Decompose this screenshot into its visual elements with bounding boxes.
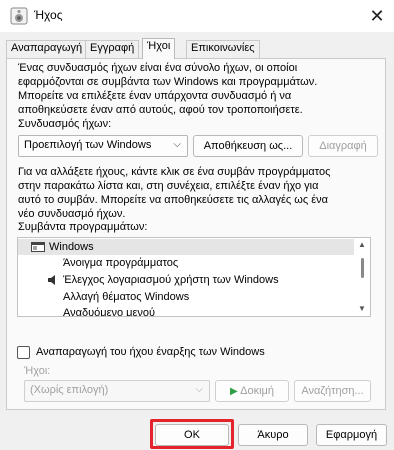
list-group-windows[interactable]: Windows <box>18 239 354 255</box>
startup-sound-checkbox[interactable] <box>17 346 30 359</box>
window-title: Ήχος <box>34 8 63 22</box>
program-events-list[interactable]: Windows Άνοιγμα προγράμματος Έλεγχος λογ… <box>17 237 371 317</box>
tab-sounds[interactable]: Ήχοι <box>142 38 176 59</box>
scheme-description: Ένας συνδυασμός ήχων είναι ένα σύνολο ήχ… <box>18 62 318 116</box>
sounds-dropdown[interactable]: (Χωρίς επιλογή) ⌵ <box>24 380 210 402</box>
scheme-label: Συνδυασμός ήχων: <box>18 118 112 130</box>
chevron-down-icon: ⌵ <box>195 384 203 395</box>
browse-button[interactable]: Αναζήτηση... <box>294 380 371 402</box>
startup-sound-label: Αναπαραγωγή του ήχου έναρξης των Windows <box>36 346 265 358</box>
list-item[interactable]: Άνοιγμα προγράμματος <box>63 255 178 271</box>
scroll-up-icon[interactable]: ▲ <box>358 240 366 249</box>
save-as-button[interactable]: Αποθήκευση ως... <box>193 135 303 157</box>
tab-playback[interactable]: Αναπαραγωγή <box>6 40 88 58</box>
test-button[interactable]: ▶ Δοκιμή <box>215 380 289 402</box>
ok-button[interactable]: OK <box>155 424 229 446</box>
play-icon: ▶ <box>229 386 238 397</box>
events-label: Συμβάντα προγραμμάτων: <box>18 221 148 233</box>
close-button[interactable]: ✕ <box>360 0 394 32</box>
delete-button[interactable]: Διαγραφή <box>308 135 378 157</box>
list-item[interactable]: Αλλαγή θέματος Windows <box>63 289 189 305</box>
cancel-button[interactable]: Άκυρο <box>238 424 308 446</box>
events-description: Για να αλλάξετε ήχους, κάντε κλικ σε ένα… <box>18 166 331 220</box>
sounds-label: Ήχοι: <box>24 365 51 377</box>
speaker-icon <box>48 275 55 285</box>
list-item[interactable]: Αναδυόμενο μενού <box>63 305 155 316</box>
chevron-down-icon: ⌵ <box>173 139 181 150</box>
scheme-dropdown[interactable]: Προεπιλογή των Windows ⌵ <box>18 135 188 157</box>
window-icon <box>31 242 45 252</box>
speaker-icon <box>10 7 28 25</box>
scroll-thumb[interactable] <box>361 258 364 278</box>
close-icon: ✕ <box>369 5 385 26</box>
tab-recording[interactable]: Εγγραφή <box>85 40 140 58</box>
apply-button[interactable]: Εφαρμογή <box>316 424 387 446</box>
scroll-down-icon[interactable]: ▼ <box>358 304 366 313</box>
title-bar: Ήχος ✕ <box>0 0 394 32</box>
tab-communications[interactable]: Επικοινωνίες <box>186 40 260 58</box>
list-scrollbar[interactable]: ▲ ▼ <box>355 240 369 314</box>
